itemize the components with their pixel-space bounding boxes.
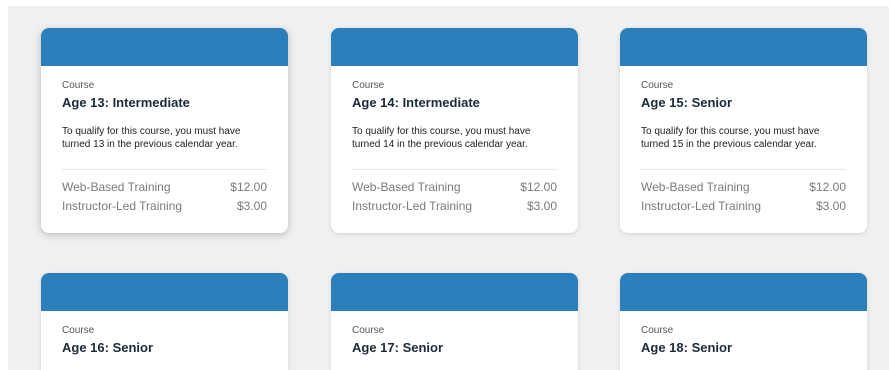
card-header <box>41 273 288 311</box>
course-grid: Course Age 13: Intermediate To qualify f… <box>8 6 889 370</box>
price-label: Web-Based Training <box>62 180 171 194</box>
card-kind-label: Course <box>62 80 95 91</box>
price-label: Instructor-Led Training <box>62 199 183 213</box>
course-card-age-13[interactable]: Course Age 13: Intermediate To qualify f… <box>41 28 288 233</box>
card-title[interactable]: Age 14: Intermediate <box>352 95 557 110</box>
card-kind-label: Course <box>641 80 674 91</box>
card-description: To qualify for this course, you must hav… <box>641 126 820 150</box>
card-kind-label: Course <box>352 325 385 336</box>
course-card-age-16[interactable]: Course Age 16: Senior <box>41 273 288 370</box>
price-list: Web-Based Training $12.00 Instructor-Led… <box>641 169 846 216</box>
price-label: Instructor-Led Training <box>641 199 762 213</box>
card-description: To qualify for this course, you must hav… <box>352 126 531 150</box>
card-kind-label: Course <box>62 325 95 336</box>
course-card-age-15[interactable]: Course Age 15: Senior To qualify for thi… <box>620 28 867 233</box>
price-list: Web-Based Training $12.00 Instructor-Led… <box>62 169 267 216</box>
price-row-instructor: Instructor-Led Training $3.00 <box>352 197 557 216</box>
card-description: To qualify for this course, you must hav… <box>62 126 241 150</box>
card-kind-label: Course <box>641 325 674 336</box>
price-label: Instructor-Led Training <box>352 199 473 213</box>
course-card-age-14[interactable]: Course Age 14: Intermediate To qualify f… <box>331 28 578 233</box>
card-title[interactable]: Age 15: Senior <box>641 95 846 110</box>
course-card-age-18[interactable]: Course Age 18: Senior <box>620 273 867 370</box>
price-row-instructor: Instructor-Led Training $3.00 <box>641 197 846 216</box>
card-header <box>41 28 288 66</box>
card-title[interactable]: Age 16: Senior <box>62 340 267 355</box>
price-value: $3.00 <box>526 199 557 213</box>
price-row-instructor: Instructor-Led Training $3.00 <box>62 197 267 216</box>
card-title[interactable]: Age 13: Intermediate <box>62 95 267 110</box>
price-value: $3.00 <box>236 199 267 213</box>
price-value: $12.00 <box>230 180 267 194</box>
card-header <box>620 273 867 311</box>
price-label: Web-Based Training <box>641 180 750 194</box>
price-list: Web-Based Training $12.00 Instructor-Led… <box>352 169 557 216</box>
card-title[interactable]: Age 18: Senior <box>641 340 846 355</box>
course-card-age-17[interactable]: Course Age 17: Senior <box>331 273 578 370</box>
price-value: $3.00 <box>815 199 846 213</box>
card-header <box>331 273 578 311</box>
price-row-web: Web-Based Training $12.00 <box>62 178 267 197</box>
card-header <box>331 28 578 66</box>
price-value: $12.00 <box>809 180 846 194</box>
price-row-web: Web-Based Training $12.00 <box>641 178 846 197</box>
price-value: $12.00 <box>520 180 557 194</box>
card-title[interactable]: Age 17: Senior <box>352 340 557 355</box>
card-kind-label: Course <box>352 80 385 91</box>
price-label: Web-Based Training <box>352 180 461 194</box>
card-header <box>620 28 867 66</box>
price-row-web: Web-Based Training $12.00 <box>352 178 557 197</box>
